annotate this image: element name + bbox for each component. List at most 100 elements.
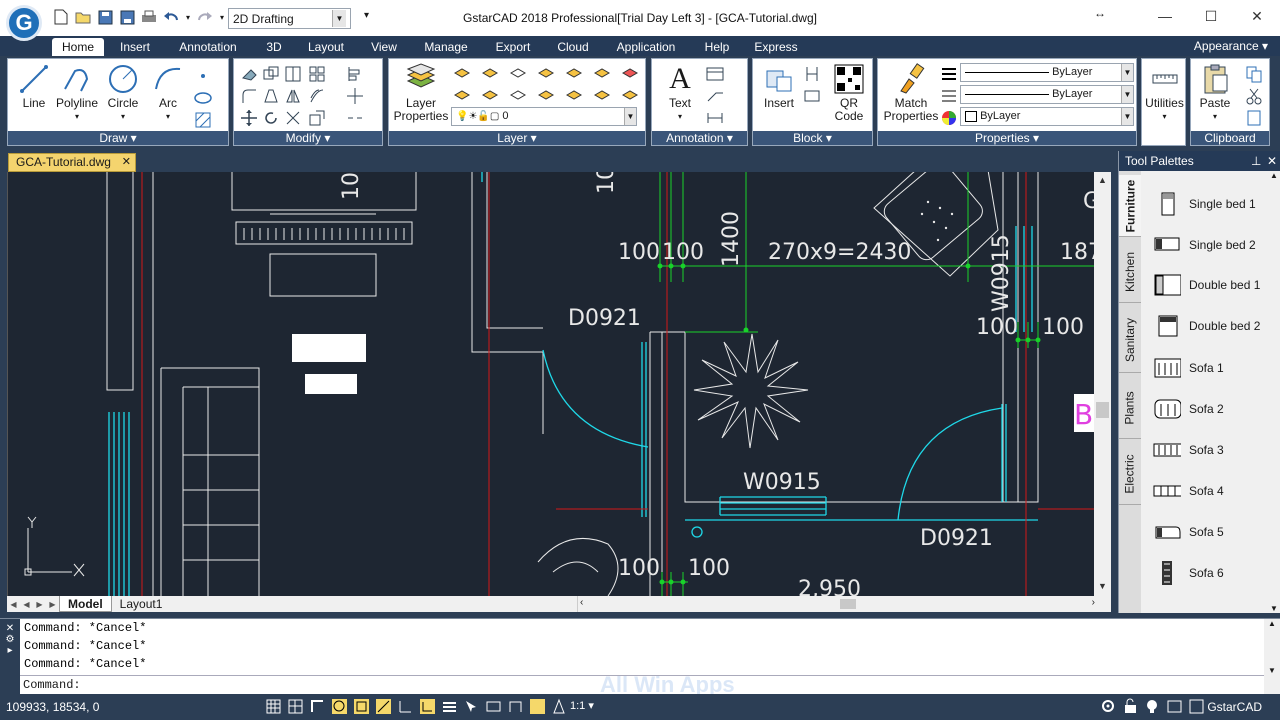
pin-icon[interactable]: ⊥ xyxy=(1251,151,1261,171)
linetype-icon[interactable] xyxy=(940,87,958,105)
utilities-button[interactable]: Utilities ▾ xyxy=(1142,63,1187,123)
drawing-canvas[interactable]: 100 100 270x9=2430 1870 D0921 100 100 W0… xyxy=(7,172,1111,596)
properties-icon[interactable]: ▸ xyxy=(0,645,20,656)
fillet-icon[interactable] xyxy=(240,87,258,105)
prev-tab-icon[interactable]: ◀ xyxy=(20,600,33,609)
ellipse-icon[interactable] xyxy=(194,89,212,107)
document-tab[interactable]: GCA-Tutorial.dwg ✕ xyxy=(8,153,136,172)
leader-icon[interactable] xyxy=(706,87,724,105)
tab-furniture[interactable]: Furniture xyxy=(1119,175,1141,237)
annotation-monitor-icon[interactable] xyxy=(507,698,524,715)
panel-title-clipboard[interactable]: Clipboard xyxy=(1191,131,1269,145)
palette-item-sofa-6[interactable]: Sofa 6 xyxy=(1153,558,1277,588)
last-tab-icon[interactable]: ▶ xyxy=(46,600,59,609)
customize-toolbar-icon[interactable]: ▾ xyxy=(364,10,369,21)
grid-display-icon[interactable] xyxy=(265,698,282,715)
scroll-down-icon[interactable]: ▼ xyxy=(1267,604,1280,613)
snap-mode-icon[interactable] xyxy=(287,698,304,715)
resize-arrows-icon[interactable]: ↔ xyxy=(1094,6,1106,20)
lineweight-display-icon[interactable] xyxy=(441,698,458,715)
undo-icon[interactable] xyxy=(162,8,180,26)
save-icon[interactable] xyxy=(96,8,114,26)
tab-kitchen[interactable]: Kitchen xyxy=(1119,241,1141,303)
copy-with-base-icon[interactable] xyxy=(1245,109,1263,127)
offset-icon[interactable] xyxy=(308,87,326,105)
object-snap-icon[interactable] xyxy=(353,698,370,715)
trim-icon[interactable] xyxy=(284,109,302,127)
layer-tool-13-icon[interactable] xyxy=(593,85,611,103)
tab-home[interactable]: Home xyxy=(52,38,104,56)
hatch-icon[interactable] xyxy=(194,111,212,129)
new-file-icon[interactable] xyxy=(52,8,70,26)
polar-tracking-icon[interactable] xyxy=(331,698,348,715)
palette-item-double-bed-2[interactable]: Double bed 2 xyxy=(1153,311,1277,341)
point-icon[interactable] xyxy=(194,67,212,85)
close-icon[interactable]: ✕ xyxy=(1267,151,1277,171)
selection-cycling-icon[interactable] xyxy=(463,698,480,715)
tab-plants[interactable]: Plants xyxy=(1119,377,1141,439)
rotate-icon[interactable] xyxy=(262,109,280,127)
palette-scrollbar[interactable]: ▲ ▼ xyxy=(1267,171,1280,613)
ortho-mode-icon[interactable] xyxy=(309,698,326,715)
move-icon[interactable] xyxy=(240,109,258,127)
scroll-thumb[interactable] xyxy=(840,599,856,609)
panel-title-annotation[interactable]: Annotation ▾ xyxy=(652,131,747,145)
layer-tool-2-icon[interactable] xyxy=(481,63,499,81)
dynamic-input-icon[interactable] xyxy=(419,698,436,715)
tab-view[interactable]: View xyxy=(366,38,402,56)
explode-icon[interactable] xyxy=(346,87,364,105)
quick-properties-icon[interactable] xyxy=(485,698,502,715)
palette-item-double-bed-1[interactable]: Double bed 1 xyxy=(1153,270,1277,300)
array-icon[interactable] xyxy=(308,65,326,83)
layer-tool-7-icon[interactable] xyxy=(621,63,639,81)
close-icon[interactable]: ✕ xyxy=(0,623,20,634)
stretch-icon[interactable] xyxy=(262,87,280,105)
layer-select[interactable]: 💡☀🔓▢ 0 ▼ xyxy=(451,107,637,126)
polyline-button[interactable]: Polyline ▾ xyxy=(55,63,99,123)
tab-annotation[interactable]: Annotation xyxy=(172,38,244,56)
snap-tracking-icon[interactable] xyxy=(375,698,392,715)
palette-item-sofa-3[interactable]: Sofa 3 xyxy=(1153,435,1277,465)
workspace-icon[interactable] xyxy=(529,698,546,715)
palette-item-sofa-5[interactable]: Sofa 5 xyxy=(1153,517,1277,547)
redo-icon[interactable] xyxy=(196,8,214,26)
tab-express[interactable]: Express xyxy=(752,38,800,56)
text-button[interactable]: A Text ▾ xyxy=(660,63,700,123)
panel-title-layer[interactable]: Layer ▾ xyxy=(389,131,645,145)
tab-layout[interactable]: Layout xyxy=(302,38,350,56)
table-icon[interactable] xyxy=(706,65,724,83)
scroll-thumb[interactable] xyxy=(1096,402,1109,418)
tab-sanitary[interactable]: Sanitary xyxy=(1119,307,1141,373)
tab-cloud[interactable]: Cloud xyxy=(552,38,594,56)
panel-title-block[interactable]: Block ▾ xyxy=(753,131,872,145)
appearance-menu[interactable]: Appearance ▾ xyxy=(1194,39,1268,53)
palette-item-single-bed-1[interactable]: Single bed 1 xyxy=(1153,189,1277,219)
scale-icon[interactable] xyxy=(308,109,326,127)
maximize-button[interactable]: ☐ xyxy=(1188,0,1234,32)
layer-tool-4-icon[interactable] xyxy=(537,63,555,81)
linetype-select[interactable]: ByLayer ▼ xyxy=(960,85,1134,104)
layer-tool-12-icon[interactable] xyxy=(565,85,583,103)
lock-icon[interactable] xyxy=(1122,698,1139,715)
first-tab-icon[interactable]: ◀ xyxy=(7,600,20,609)
workspace-select[interactable]: 2D Drafting ▼ xyxy=(228,8,351,29)
layer-properties-button[interactable]: Layer Properties xyxy=(393,63,449,123)
erase-icon[interactable] xyxy=(240,65,258,83)
circle-button[interactable]: Circle ▾ xyxy=(106,63,140,123)
save-as-icon[interactable] xyxy=(118,8,136,26)
open-folder-icon[interactable] xyxy=(74,8,92,26)
floor-plan-drawing[interactable]: 100 100 270x9=2430 1870 D0921 100 100 W0… xyxy=(8,172,1111,596)
scroll-up-icon[interactable]: ▲ xyxy=(1094,172,1111,189)
cut-icon[interactable] xyxy=(1245,87,1263,105)
dynamic-ucs-icon[interactable] xyxy=(397,698,414,715)
layer-tool-8-icon[interactable] xyxy=(453,85,471,103)
scroll-right-icon[interactable]: › xyxy=(1092,597,1095,608)
horizontal-scrollbar[interactable]: ‹ › xyxy=(577,596,1101,612)
qr-code-button[interactable]: QR Code xyxy=(829,63,869,123)
print-icon[interactable] xyxy=(140,8,158,26)
redo-dropdown-icon[interactable]: ▾ xyxy=(218,8,226,26)
command-window-handle[interactable]: ✕ ⚙ ▸ xyxy=(0,619,20,695)
block-editor-icon[interactable] xyxy=(803,65,821,83)
block-attribute-icon[interactable] xyxy=(803,87,821,105)
next-tab-icon[interactable]: ▶ xyxy=(33,600,46,609)
